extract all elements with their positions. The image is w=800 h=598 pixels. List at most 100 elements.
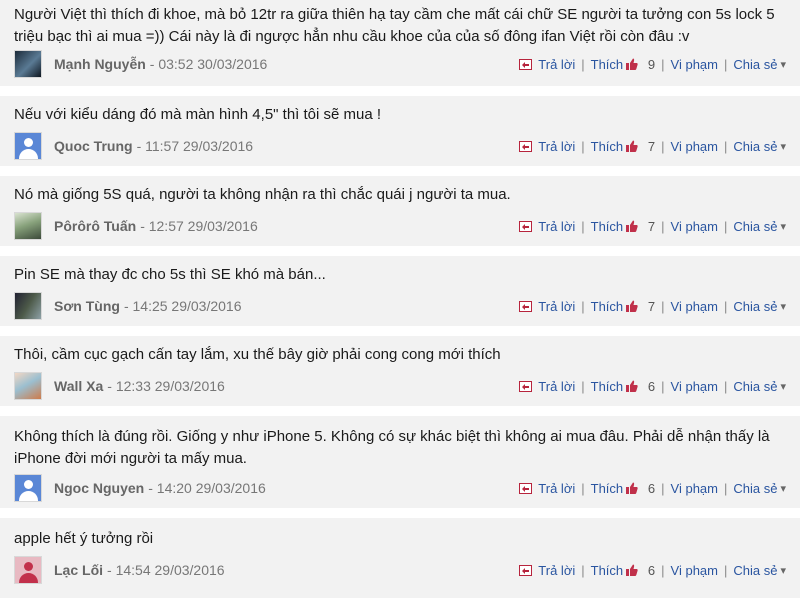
avatar[interactable] xyxy=(14,132,42,160)
avatar[interactable] xyxy=(14,50,42,78)
comment-meta: Lạc Lối - 14:54 29/03/2016 Trả lời | Thí… xyxy=(14,554,800,586)
comment-actions: Trả lời | Thích 6 | Vi phạm | Chia sẻ ▾ xyxy=(519,472,800,504)
share-label: Chia sẻ xyxy=(733,562,778,578)
reply-button[interactable]: Trả lời xyxy=(519,379,575,394)
reply-button[interactable]: Trả lời xyxy=(519,57,575,72)
comment-item: Pin SE mà thay đc cho 5s thì SE khó mà b… xyxy=(0,256,800,326)
reply-icon xyxy=(519,380,533,392)
like-count: 6 xyxy=(647,562,656,578)
share-label: Chia sẻ xyxy=(733,298,778,314)
separator: | xyxy=(581,378,585,394)
like-button[interactable]: Thích xyxy=(591,219,639,234)
like-button[interactable]: Thích xyxy=(591,57,639,72)
thumbs-up-icon xyxy=(626,380,638,392)
comment-meta: Sơn Tùng - 14:25 29/03/2016 Trả lời | Th… xyxy=(14,290,800,322)
share-button[interactable]: Chia sẻ ▾ xyxy=(733,139,800,154)
share-button[interactable]: Chia sẻ ▾ xyxy=(733,563,800,578)
like-count: 9 xyxy=(647,56,656,72)
report-button[interactable]: Vi phạm xyxy=(671,219,718,234)
comment-timestamp: - 03:52 30/03/2016 xyxy=(149,56,268,72)
thumbs-up-icon xyxy=(626,564,638,576)
separator: | xyxy=(661,298,665,314)
comment-meta: Pôrôrô Tuấn - 12:57 29/03/2016 Trả lời |… xyxy=(14,210,800,242)
separator: | xyxy=(661,218,665,234)
share-button[interactable]: Chia sẻ ▾ xyxy=(733,379,800,394)
reply-button[interactable]: Trả lời xyxy=(519,299,575,314)
like-count: 6 xyxy=(647,378,656,394)
reply-icon xyxy=(519,564,533,576)
author-name[interactable]: Ngoc Nguyen xyxy=(54,480,144,496)
like-button[interactable]: Thích xyxy=(591,379,639,394)
avatar[interactable] xyxy=(14,556,42,584)
report-button[interactable]: Vi phạm xyxy=(671,379,718,394)
comment-item: Nó mà giống 5S quá, người ta không nhận … xyxy=(0,176,800,246)
separator: | xyxy=(724,56,728,72)
chevron-down-icon: ▾ xyxy=(780,300,786,313)
like-label: Thích xyxy=(590,138,624,154)
like-button[interactable]: Thích xyxy=(591,563,639,578)
report-button[interactable]: Vi phạm xyxy=(671,299,718,314)
author-name[interactable]: Lạc Lối xyxy=(54,562,103,578)
comment-item: Người Việt thì thích đi khoe, mà bỏ 12tr… xyxy=(0,0,800,86)
reply-button[interactable]: Trả lời xyxy=(519,563,575,578)
reply-button[interactable]: Trả lời xyxy=(519,219,575,234)
comment-text: Không thích là đúng rồi. Giống y như iPh… xyxy=(14,428,774,467)
reply-button[interactable]: Trả lời xyxy=(519,481,575,496)
like-label: Thích xyxy=(590,562,624,578)
avatar[interactable] xyxy=(14,212,42,240)
report-button[interactable]: Vi phạm xyxy=(671,57,718,72)
comment-text: Nếu với kiểu dáng đó mà màn hình 4,5" th… xyxy=(14,106,382,123)
reply-icon xyxy=(519,58,533,70)
separator: | xyxy=(661,562,665,578)
separator: | xyxy=(661,56,665,72)
author-name[interactable]: Mạnh Nguyễn xyxy=(54,56,146,72)
separator: | xyxy=(661,480,665,496)
share-button[interactable]: Chia sẻ ▾ xyxy=(733,481,800,496)
comment-actions: Trả lời | Thích 7 | Vi phạm | Chia sẻ ▾ xyxy=(519,130,800,162)
like-button[interactable]: Thích xyxy=(591,481,639,496)
separator: | xyxy=(581,138,585,154)
report-button[interactable]: Vi phạm xyxy=(671,139,718,154)
separator: | xyxy=(581,480,585,496)
author-name[interactable]: Pôrôrô Tuấn xyxy=(54,218,136,234)
like-count: 7 xyxy=(647,298,656,314)
comment-meta: Ngoc Nguyen - 14:20 29/03/2016 Trả lời |… xyxy=(14,472,800,504)
comment-timestamp: - 11:57 29/03/2016 xyxy=(136,138,254,154)
report-button[interactable]: Vi phạm xyxy=(671,481,718,496)
separator: | xyxy=(724,562,728,578)
author-name[interactable]: Wall Xa xyxy=(54,378,103,394)
author-name[interactable]: Quoc Trung xyxy=(54,138,133,154)
share-label: Chia sẻ xyxy=(733,378,778,394)
comment-actions: Trả lời | Thích 9 | Vi phạm | Chia sẻ ▾ xyxy=(519,48,800,80)
author-name[interactable]: Sơn Tùng xyxy=(54,298,120,314)
share-label: Chia sẻ xyxy=(733,56,778,72)
reply-button[interactable]: Trả lời xyxy=(519,139,575,154)
share-label: Chia sẻ xyxy=(733,218,778,234)
comment-meta: Mạnh Nguyễn - 03:52 30/03/2016 Trả lời |… xyxy=(14,48,800,80)
separator: | xyxy=(581,56,585,72)
comment-actions: Trả lời | Thích 7 | Vi phạm | Chia sẻ ▾ xyxy=(519,290,800,322)
comment-text: Người Việt thì thích đi khoe, mà bỏ 12tr… xyxy=(14,6,779,45)
separator: | xyxy=(724,218,728,234)
share-button[interactable]: Chia sẻ ▾ xyxy=(733,57,800,72)
thumbs-up-icon xyxy=(626,140,638,152)
reply-label: Trả lời xyxy=(538,298,576,314)
like-button[interactable]: Thích xyxy=(591,299,639,314)
reply-label: Trả lời xyxy=(538,480,576,496)
separator: | xyxy=(724,138,728,154)
comment-item: Thôi, cầm cục gạch cấn tay lắm, xu thế b… xyxy=(0,336,800,406)
report-button[interactable]: Vi phạm xyxy=(671,563,718,578)
share-button[interactable]: Chia sẻ ▾ xyxy=(733,299,800,314)
reply-label: Trả lời xyxy=(538,218,576,234)
separator: | xyxy=(661,378,665,394)
like-count: 7 xyxy=(647,218,656,234)
like-button[interactable]: Thích xyxy=(591,139,639,154)
avatar[interactable] xyxy=(14,474,42,502)
comment-item: apple hết ý tưởng rồi Lạc Lối - 14:54 29… xyxy=(0,518,800,598)
avatar[interactable] xyxy=(14,372,42,400)
share-button[interactable]: Chia sẻ ▾ xyxy=(733,219,800,234)
avatar[interactable] xyxy=(14,292,42,320)
comment-actions: Trả lời | Thích 6 | Vi phạm | Chia sẻ ▾ xyxy=(519,370,800,402)
thumbs-up-icon xyxy=(626,300,638,312)
like-count: 7 xyxy=(647,138,656,154)
